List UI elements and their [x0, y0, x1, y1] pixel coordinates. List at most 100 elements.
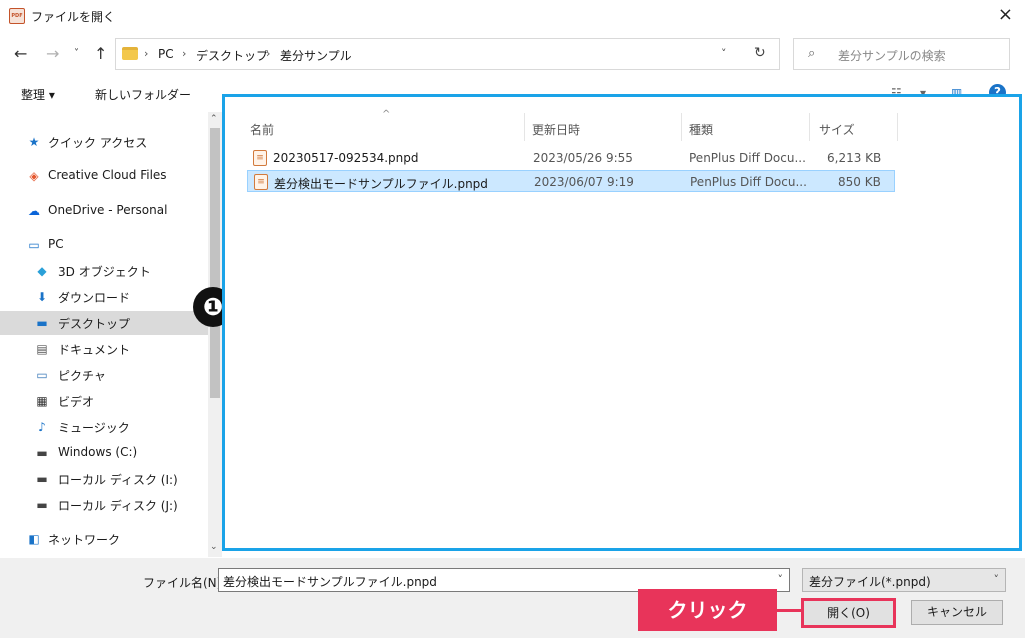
scroll-up-icon[interactable]: ⌃ — [210, 114, 218, 124]
sidebar-item-videos[interactable]: ▦ ビデオ — [0, 389, 208, 413]
sidebar-item-downloads[interactable]: ⬇ ダウンロード — [0, 285, 208, 309]
forward-arrow-icon[interactable]: → — [46, 44, 59, 63]
document-icon: ▤ — [36, 342, 48, 356]
close-icon[interactable]: × — [998, 4, 1013, 25]
sidebar-item-label: ネットワーク — [48, 533, 121, 547]
file-date: 2023/05/26 9:55 — [533, 151, 633, 165]
crumb-separator: › — [266, 47, 271, 60]
sidebar-item-documents[interactable]: ▤ ドキュメント — [0, 337, 208, 361]
sidebar-scrollbar[interactable]: ⌃ ⌄ — [208, 112, 222, 557]
column-header-size[interactable]: サイズ — [819, 121, 855, 138]
file-list-pane[interactable]: ^ 名前 更新日時 種類 サイズ ≡ 20230517-092534.pnpd … — [222, 94, 1022, 551]
sidebar-item-label: デスクトップ — [58, 317, 131, 331]
column-divider[interactable] — [681, 113, 682, 141]
crumb-sample-folder[interactable]: 差分サンプル — [280, 47, 352, 64]
sidebar-item-label: ドキュメント — [58, 343, 131, 357]
sidebar-item-label: Creative Cloud Files — [48, 168, 167, 182]
cloud-icon: ☁ — [28, 204, 40, 218]
file-name: 差分検出モードサンプルファイル.pnpd — [274, 177, 488, 191]
crumb-separator: › — [182, 47, 187, 60]
download-arrow-icon: ⬇ — [36, 290, 48, 304]
file-type-select[interactable]: 差分ファイル(*.pnpd) ˅ — [802, 568, 1006, 592]
file-type: PenPlus Diff Docu... — [690, 175, 807, 189]
sidebar-item-network[interactable]: ◧ ネットワーク — [0, 527, 208, 551]
music-note-icon: ♪ — [38, 420, 46, 434]
cancel-button[interactable]: キャンセル — [911, 600, 1003, 625]
crumb-separator: › — [144, 47, 149, 60]
column-divider[interactable] — [524, 113, 525, 141]
sidebar-item-desktop[interactable]: ▬ デスクトップ — [0, 311, 208, 335]
column-header-date[interactable]: 更新日時 — [532, 121, 580, 138]
pdf-app-icon: PDF — [9, 8, 25, 24]
table-row[interactable]: ≡ 20230517-092534.pnpd 2023/05/26 9:55 P… — [247, 147, 895, 169]
file-type: PenPlus Diff Docu... — [689, 151, 806, 165]
file-type-value: 差分ファイル(*.pnpd) — [809, 575, 931, 589]
file-size: 850 KB — [838, 175, 881, 189]
address-bar[interactable]: › PC › デスクトップ › 差分サンプル ˅ ↻ — [115, 38, 780, 70]
folder-icon — [122, 47, 138, 60]
sidebar-item-onedrive[interactable]: ☁ OneDrive - Personal — [0, 199, 208, 223]
search-placeholder: 差分サンプルの検索 — [838, 49, 946, 63]
sidebar-item-label: OneDrive - Personal — [48, 203, 168, 217]
drive-icon: ▬ — [36, 446, 48, 460]
sidebar-item-label: 3D オブジェクト — [58, 265, 151, 279]
pnpd-file-icon: ≡ — [253, 150, 267, 166]
pnpd-file-icon: ≡ — [254, 174, 268, 190]
organize-button[interactable]: 整理 ▾ — [21, 86, 55, 103]
crumb-desktop[interactable]: デスクトップ — [196, 47, 268, 64]
table-row-selected[interactable]: ≡ 差分検出モードサンプルファイル.pnpd 2023/06/07 9:19 P… — [247, 170, 895, 192]
chevron-down-icon[interactable]: ˅ — [994, 573, 1000, 586]
open-button[interactable]: 開く(O) — [801, 598, 896, 628]
up-arrow-icon[interactable]: ↑ — [94, 44, 107, 63]
network-icon: ◧ — [28, 532, 40, 546]
sidebar-item-music[interactable]: ♪ ミュージック — [0, 415, 208, 439]
sidebar-item-label: クイック アクセス — [48, 136, 148, 150]
sidebar-item-label: ローカル ディスク (J:) — [58, 499, 178, 513]
scroll-down-icon[interactable]: ⌄ — [210, 542, 218, 552]
desktop-icon: ▬ — [36, 316, 48, 330]
window-title: ファイルを開く — [31, 10, 116, 24]
star-icon: ★ — [28, 135, 40, 149]
sort-arrow-icon: ^ — [382, 109, 391, 120]
file-size: 6,213 KB — [827, 151, 882, 165]
column-divider[interactable] — [897, 113, 898, 141]
sidebar-item-label: PC — [48, 237, 64, 251]
address-dropdown-icon[interactable]: ˅ — [721, 47, 727, 60]
scrollbar-thumb[interactable] — [210, 128, 220, 398]
column-header-type[interactable]: 種類 — [689, 121, 713, 138]
filename-label: ファイル名(N): — [143, 576, 226, 590]
drive-icon: ▬ — [36, 498, 48, 512]
film-icon: ▦ — [36, 394, 48, 408]
search-input[interactable]: ⌕ 差分サンプルの検索 — [793, 38, 1010, 70]
back-arrow-icon[interactable]: ← — [14, 44, 27, 63]
sidebar-item-label: ピクチャ — [58, 369, 106, 383]
sidebar-item-windows-c[interactable]: ▬ Windows (C:) — [0, 441, 208, 465]
address-row: ← → ˅ ↑ › PC › デスクトップ › 差分サンプル ˅ ↻ ⌕ 差分サ… — [0, 34, 1025, 74]
sidebar-item-quick-access[interactable]: ★ クイック アクセス — [0, 130, 208, 154]
navigation-pane: ★ クイック アクセス ◈ Creative Cloud Files ☁ One… — [0, 112, 222, 557]
sidebar-item-pictures[interactable]: ▭ ピクチャ — [0, 363, 208, 387]
sidebar-item-pc[interactable]: ▭ PC — [0, 233, 208, 257]
chevron-down-icon[interactable]: ˅ — [778, 573, 784, 586]
sidebar-item-label: ダウンロード — [58, 291, 131, 305]
sidebar-item-label: Windows (C:) — [58, 445, 138, 459]
column-divider[interactable] — [809, 113, 810, 141]
refresh-icon[interactable]: ↻ — [754, 45, 766, 61]
computer-icon: ▭ — [28, 238, 40, 252]
picture-icon: ▭ — [36, 368, 48, 382]
crumb-pc[interactable]: PC — [158, 47, 174, 61]
column-header-name[interactable]: 名前 — [250, 121, 274, 138]
new-folder-button[interactable]: 新しいフォルダー — [95, 86, 191, 103]
sidebar-item-3d-objects[interactable]: ◆ 3D オブジェクト — [0, 259, 208, 283]
cube-icon: ◆ — [37, 264, 47, 278]
file-date: 2023/06/07 9:19 — [534, 175, 634, 189]
creative-cloud-icon: ◈ — [29, 169, 39, 183]
sidebar-item-label: ミュージック — [58, 421, 130, 435]
sidebar-item-label: ビデオ — [58, 395, 95, 409]
sidebar-item-local-disk-j[interactable]: ▬ ローカル ディスク (J:) — [0, 493, 208, 517]
sidebar-item-creative-cloud[interactable]: ◈ Creative Cloud Files — [0, 164, 208, 188]
file-name: 20230517-092534.pnpd — [273, 151, 419, 165]
recent-dropdown-icon[interactable]: ˅ — [74, 48, 79, 59]
title-bar: PDF ファイルを開く × — [0, 0, 1025, 32]
sidebar-item-local-disk-i[interactable]: ▬ ローカル ディスク (I:) — [0, 467, 208, 491]
